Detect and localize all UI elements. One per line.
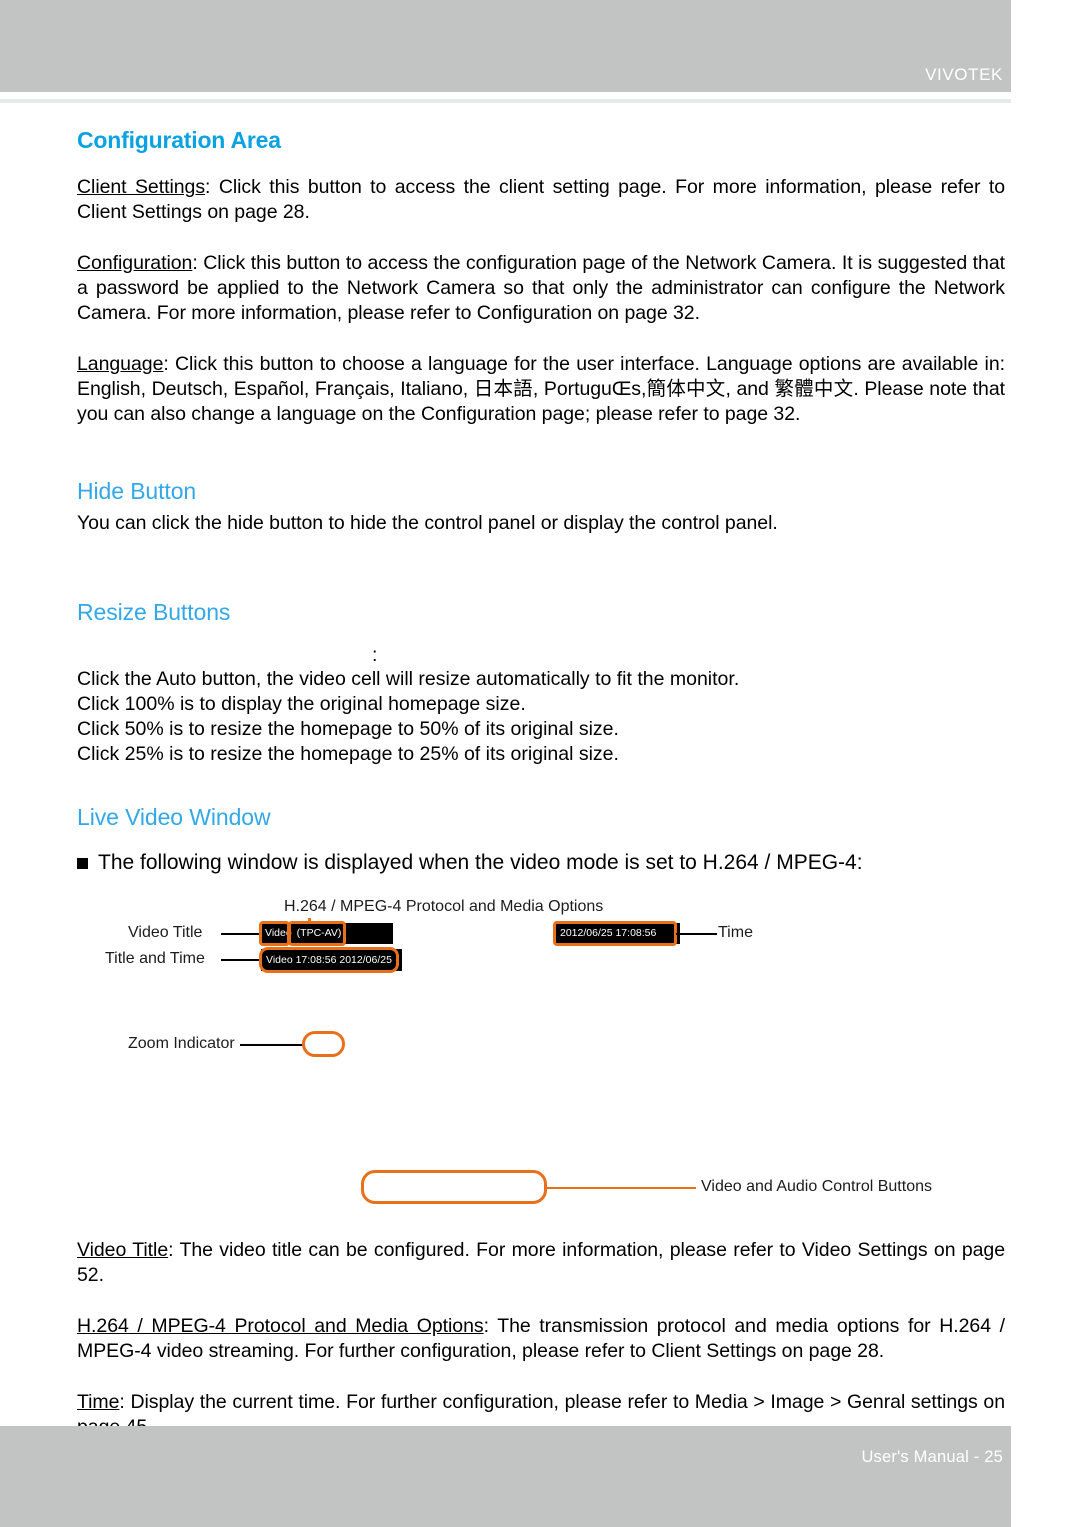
highlight-zoom-indicator xyxy=(302,1031,345,1058)
highlight-control-buttons xyxy=(361,1170,547,1205)
connector-title-and-time xyxy=(221,959,262,962)
resize-instruction-auto: Click the Auto button, the video cell wi… xyxy=(77,667,740,690)
paragraph-video-title-text: : The video title can be configured. For… xyxy=(77,1239,1005,1287)
highlight-title-and-time xyxy=(259,947,399,974)
brand-label: VIVOTEK xyxy=(925,65,1003,84)
heading-hide-button: Hide Button xyxy=(77,478,197,505)
page-title-configuration-area: Configuration Area xyxy=(77,127,281,153)
paragraph-video-title-definition: Video Title: The video title can be conf… xyxy=(77,1238,1005,1288)
term-client-settings: Client Settings xyxy=(77,176,206,199)
header-divider xyxy=(0,99,1011,103)
term-video-title: Video Title xyxy=(77,1239,169,1262)
paragraph-client-settings: Client Settings: Click this button to ac… xyxy=(77,175,1005,225)
paragraph-language: Language: Click this button to choose a … xyxy=(77,352,1005,427)
connector-video-title xyxy=(221,933,262,936)
paragraph-protocol-definition: H.264 / MPEG-4 Protocol and Media Option… xyxy=(77,1314,1005,1364)
highlight-video-title xyxy=(259,921,290,947)
term-time: Time xyxy=(77,1391,120,1414)
paragraph-configuration: Configuration: Click this button to acce… xyxy=(77,251,1005,326)
footer-page-label: User's Manual - 25 xyxy=(861,1448,1003,1466)
square-bullet-icon xyxy=(77,858,88,870)
term-protocol-media-options: H.264 / MPEG-4 Protocol and Media Option… xyxy=(77,1315,484,1338)
highlight-time xyxy=(553,921,677,947)
diagram-label-control-buttons: Video and Audio Control Buttons xyxy=(701,1178,932,1196)
paragraph-client-settings-text: : Click this button to access the client… xyxy=(77,176,1005,224)
term-language: Language xyxy=(77,353,164,376)
heading-resize-buttons: Resize Buttons xyxy=(77,598,231,625)
resize-instruction-100: Click 100% is to display the original ho… xyxy=(77,692,526,715)
paragraph-language-text: : Click this button to choose a language… xyxy=(77,353,1005,426)
resize-buttons-instructions: Click the Auto button, the video cell wi… xyxy=(77,667,1005,767)
diagram-label-time: Time xyxy=(718,924,753,942)
resize-instruction-25: Click 25% is to resize the homepage to 2… xyxy=(77,742,619,765)
heading-live-video-window: Live Video Window xyxy=(77,803,271,830)
paragraph-configuration-text: : Click this button to access the config… xyxy=(77,252,1005,325)
connector-zoom-indicator xyxy=(240,1044,303,1047)
diagram-label-video-title: Video Title xyxy=(128,924,203,942)
diagram-label-title-and-time: Title and Time xyxy=(105,950,205,968)
resize-instruction-50: Click 50% is to resize the homepage to 5… xyxy=(77,717,619,740)
paragraph-hide-button: You can click the hide button to hide th… xyxy=(77,511,778,534)
bullet-live-video-window: The following window is displayed when t… xyxy=(77,850,1005,876)
connector-time xyxy=(676,933,717,936)
live-video-window-diagram: H.264 / MPEG-4 Protocol and Media Option… xyxy=(77,898,1005,1238)
page-content: Configuration Area Client Settings: Clic… xyxy=(77,127,1005,1516)
term-configuration: Configuration xyxy=(77,252,193,275)
diagram-label-zoom-indicator: Zoom Indicator xyxy=(128,1035,235,1053)
bullet-live-video-window-text: The following window is displayed when t… xyxy=(98,851,863,875)
highlight-protocol xyxy=(288,921,346,947)
page-footer-band: User's Manual - 25 xyxy=(0,1426,1011,1527)
diagram-label-protocol: H.264 / MPEG-4 Protocol and Media Option… xyxy=(284,898,604,916)
connector-control-buttons xyxy=(546,1187,696,1190)
resize-buttons-image-placeholder: : xyxy=(372,643,378,666)
page-header-band: VIVOTEK xyxy=(0,0,1011,92)
